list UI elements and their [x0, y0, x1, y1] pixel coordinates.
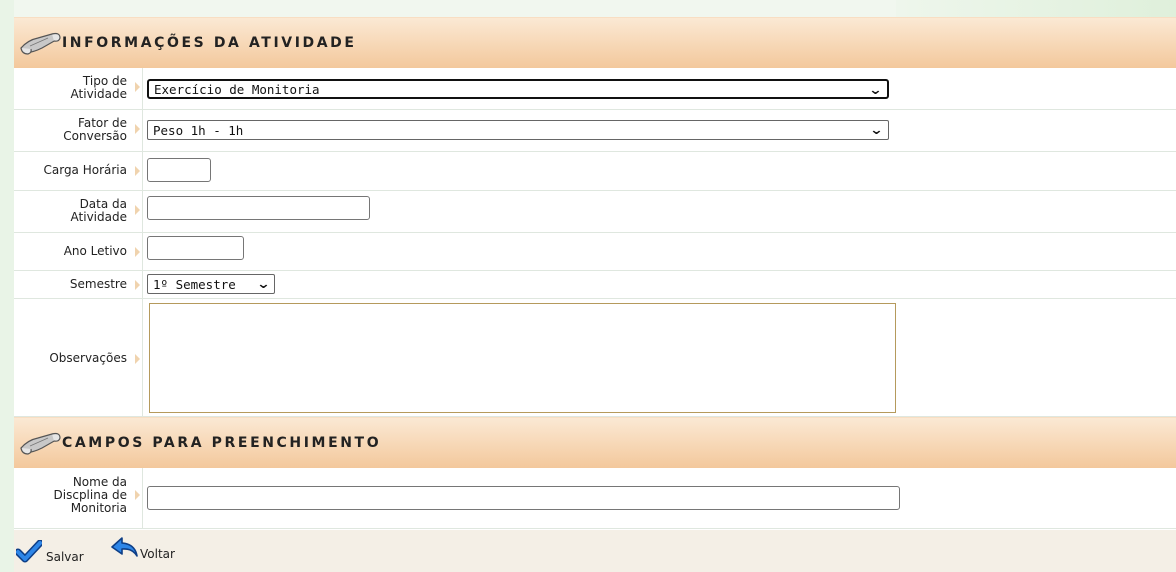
page-background-left — [0, 0, 14, 572]
label-fator-conversao: Fator de Conversão — [63, 116, 127, 143]
label-arrow-icon — [135, 124, 140, 134]
row-carga-horaria: Carga Horária — [14, 152, 1176, 191]
label-arrow-icon — [135, 205, 140, 215]
input-data-atividade[interactable] — [147, 196, 370, 220]
save-label: Salvar — [46, 550, 84, 564]
row-semestre: Semestre 1º Semestre ⌄ — [14, 271, 1176, 299]
label-arrow-icon — [135, 247, 140, 257]
scroll-icon — [20, 432, 61, 455]
input-nome-disciplina[interactable] — [147, 486, 900, 510]
label-carga-horaria: Carga Horária — [43, 163, 127, 177]
section-title-campos: CAMPOS PARA PREENCHIMENTO — [62, 435, 382, 451]
row-fator-conversao: Fator de Conversão Peso 1h - 1h ⌄ — [14, 110, 1176, 152]
chevron-down-icon: ⌄ — [869, 123, 884, 138]
label-ano-letivo: Ano Letivo — [63, 244, 127, 258]
section-title-info: INFORMAÇÕES DA ATIVIDADE — [62, 35, 357, 51]
page-background-accent — [896, 0, 1176, 17]
select-fator-conversao[interactable]: Peso 1h - 1h ⌄ — [147, 120, 889, 140]
label-arrow-icon — [135, 166, 140, 176]
label-semestre: Semestre — [69, 277, 127, 291]
input-ano-letivo[interactable] — [147, 236, 244, 260]
select-tipo-atividade[interactable]: Exercício de Monitoria ⌄ — [147, 79, 889, 99]
activity-form: INFORMAÇÕES DA ATIVIDADE Tipo de Ativida… — [14, 17, 1176, 572]
label-arrow-icon — [135, 354, 140, 364]
label-arrow-icon — [135, 490, 140, 500]
textarea-observacoes[interactable] — [149, 303, 896, 413]
back-label: Voltar — [140, 547, 175, 561]
label-nome-disciplina: Nome da Discplina de Monitoria — [53, 475, 127, 515]
input-carga-horaria[interactable] — [147, 158, 211, 182]
chevron-down-icon: ⌄ — [868, 83, 883, 98]
row-data-atividade: Data da Atividade — [14, 191, 1176, 233]
back-button[interactable]: Voltar — [110, 536, 175, 562]
form-actions: Salvar Voltar — [14, 530, 1176, 572]
save-button[interactable]: Salvar — [16, 540, 84, 564]
row-ano-letivo: Ano Letivo — [14, 233, 1176, 271]
label-arrow-icon — [135, 280, 140, 290]
select-semestre[interactable]: 1º Semestre ⌄ — [147, 274, 275, 294]
section-header-campos: CAMPOS PARA PREENCHIMENTO — [14, 417, 1176, 468]
chevron-down-icon: ⌄ — [256, 277, 271, 292]
back-arrow-icon — [111, 537, 138, 557]
scroll-icon — [20, 32, 61, 55]
label-tipo-atividade: Tipo de Atividade — [70, 74, 127, 101]
section-header-info: INFORMAÇÕES DA ATIVIDADE — [14, 17, 1176, 68]
checkmark-icon — [16, 540, 42, 563]
label-observacoes: Observações — [49, 351, 127, 365]
label-data-atividade: Data da Atividade — [70, 197, 127, 224]
row-observacoes: Observações — [14, 299, 1176, 417]
label-arrow-icon — [135, 82, 140, 92]
row-tipo-atividade: Tipo de Atividade Exercício de Monitoria… — [14, 68, 1176, 110]
row-nome-disciplina: Nome da Discplina de Monitoria — [14, 468, 1176, 529]
